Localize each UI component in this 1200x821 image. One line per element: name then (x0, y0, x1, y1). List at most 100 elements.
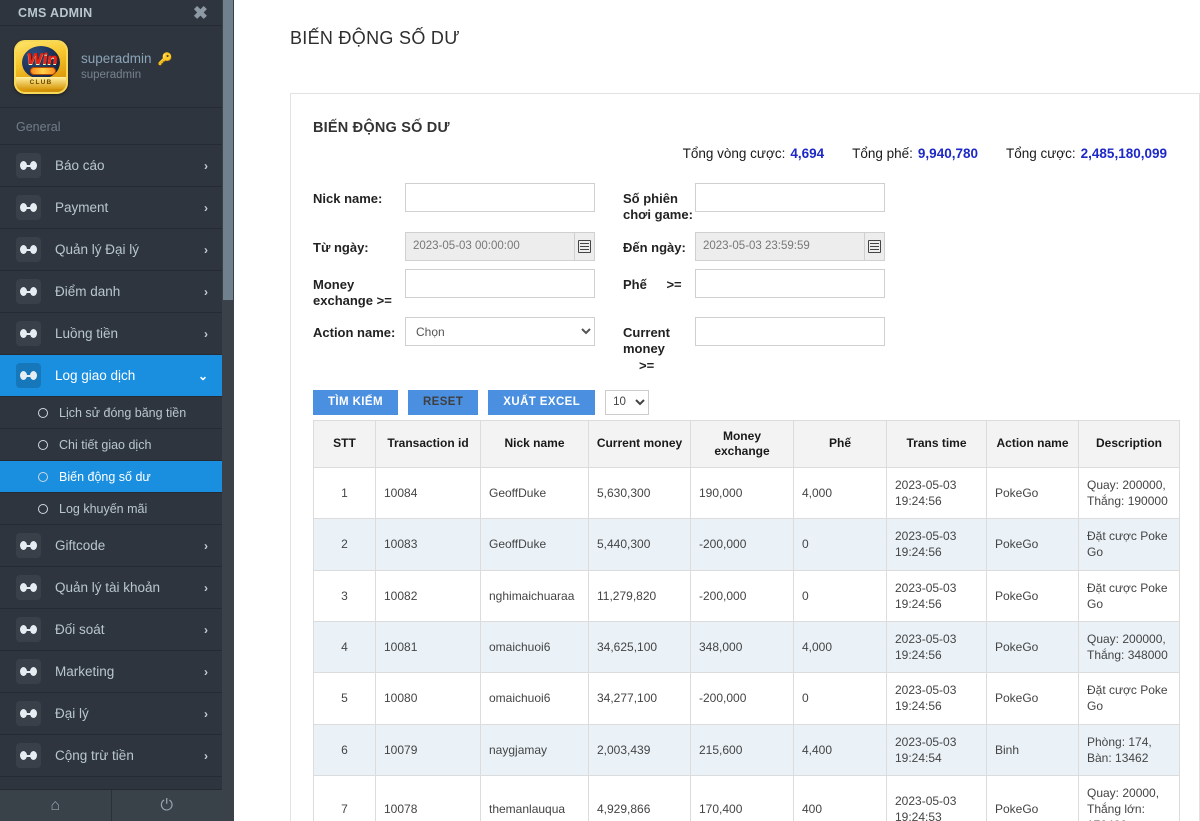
cell-action-name: PokeGo (987, 519, 1079, 570)
phe-input[interactable] (695, 269, 885, 298)
cell-description: Quay: 20000, Thắng lớn: 170400 (1079, 776, 1180, 821)
sidebar-item-log-giao-dich[interactable]: Log giao dịch ⌄ (0, 355, 222, 397)
col-header-money-exchange[interactable]: Money exchange (691, 420, 794, 467)
sidebar-subitem-log-khuyen-mai[interactable]: Log khuyến mãi (0, 493, 222, 525)
sidebar-section-title: General (0, 108, 222, 145)
cell-transaction-id: 10084 (376, 467, 481, 518)
sidebar-subitem-chi-tiet-giao-dich[interactable]: Chi tiết giao dịch (0, 429, 222, 461)
table-row[interactable]: 5 10080 omaichuoi6 34,277,100 -200,000 0… (314, 673, 1180, 724)
action-name-select[interactable]: Chọn (405, 317, 595, 346)
col-header-current-money[interactable]: Current money (589, 420, 691, 467)
cell-current-money: 5,630,300 (589, 467, 691, 518)
sidebar-subitem-lich-su-dong-bang-tien[interactable]: Lịch sử đóng băng tiền (0, 397, 222, 429)
logo-chips (30, 67, 56, 75)
sidebar-item-quan-ly-dai-ly[interactable]: Quản lý Đại lý › (0, 229, 222, 271)
search-button[interactable]: TÌM KIẾM (313, 390, 398, 415)
cell-transaction-id: 10079 (376, 724, 481, 775)
total-fee: Tổng phế:9,940,780 (852, 146, 978, 161)
home-icon[interactable]: ⌂ (0, 790, 111, 821)
col-header-nick-name[interactable]: Nick name (481, 420, 589, 467)
page-size-select[interactable]: 10 (605, 390, 649, 415)
cell-stt: 1 (314, 467, 376, 518)
chevron-right-icon: › (204, 327, 208, 341)
export-excel-button[interactable]: XUẤT EXCEL (488, 390, 595, 415)
col-header-trans-time[interactable]: Trans time (887, 420, 987, 467)
sidebar-item-dai-ly[interactable]: Đại lý › (0, 693, 222, 735)
sidebar-item-giftcode[interactable]: Giftcode › (0, 525, 222, 567)
cell-nick-name: naygjamay (481, 724, 589, 775)
cell-description: Đặt cược Poke Go (1079, 519, 1180, 570)
sidebar-scrollbar[interactable] (222, 0, 234, 821)
sidebar-item-luong-tien[interactable]: Luồng tiền › (0, 313, 222, 355)
total-fee-label: Tổng phế: (852, 146, 913, 161)
sidebar-subitem-label: Biến động số dư (59, 470, 151, 484)
table-row[interactable]: 7 10078 themanlauqua 4,929,866 170,400 4… (314, 776, 1180, 821)
cell-phe: 0 (794, 673, 887, 724)
main-content: BIẾN ĐỘNG SỐ DƯ BIẾN ĐỘNG SỐ DƯ Tổng vòn… (234, 0, 1200, 821)
field-phe: Phế >= (623, 269, 923, 298)
table-row[interactable]: 6 10079 naygjamay 2,003,439 215,600 4,40… (314, 724, 1180, 775)
glasses-icon (16, 195, 41, 220)
cell-phe: 0 (794, 570, 887, 621)
col-header-stt[interactable]: STT (314, 420, 376, 467)
cell-nick-name: omaichuoi6 (481, 621, 589, 672)
sidebar-item-label: Marketing (55, 664, 204, 679)
circle-icon (38, 504, 48, 514)
close-icon[interactable]: ✖ (193, 4, 208, 22)
total-rounds: Tổng vòng cược:4,694 (683, 146, 824, 161)
money-exchange-label-text: Money exchange (313, 277, 373, 308)
sidebar-item-payment[interactable]: Payment › (0, 187, 222, 229)
nick-name-input[interactable] (405, 183, 595, 212)
sidebar-footer: ⌂ ⏻ (0, 789, 222, 821)
power-icon[interactable]: ⏻ (111, 790, 223, 821)
sidebar-item-label: Payment (55, 200, 204, 215)
cell-stt: 6 (314, 724, 376, 775)
chevron-down-icon: ⌄ (198, 369, 208, 383)
glasses-icon (16, 659, 41, 684)
cell-trans-time: 2023-05-03 19:24:56 (887, 467, 987, 518)
sidebar-item-quan-ly-tai-khoan[interactable]: Quản lý tài khoản › (0, 567, 222, 609)
cell-transaction-id: 10081 (376, 621, 481, 672)
sidebar-item-doi-soat[interactable]: Đối soát › (0, 609, 222, 651)
col-header-action-name[interactable]: Action name (987, 420, 1079, 467)
current-money-input[interactable] (695, 317, 885, 346)
glasses-icon (16, 237, 41, 262)
form-row-4: Action name: Chọn Current money >= (313, 317, 1177, 374)
sidebar-item-cong-tru-tien[interactable]: Cộng trừ tiền › (0, 735, 222, 777)
cell-transaction-id: 10082 (376, 570, 481, 621)
from-date-input[interactable] (405, 232, 574, 261)
session-count-input[interactable] (695, 183, 885, 212)
glasses-icon (16, 279, 41, 304)
to-date-label: Đến ngày: (623, 232, 695, 256)
field-action-name: Action name: Chọn (313, 317, 613, 346)
logo-banner: CLUB (16, 77, 66, 89)
table-row[interactable]: 3 10082 nghimaichuaraa 11,279,820 -200,0… (314, 570, 1180, 621)
table-row[interactable]: 1 10084 GeoffDuke 5,630,300 190,000 4,00… (314, 467, 1180, 518)
calendar-icon[interactable] (864, 232, 885, 261)
sidebar-item-diem-danh[interactable]: Điểm danh › (0, 271, 222, 313)
sidebar-item-marketing[interactable]: Marketing › (0, 651, 222, 693)
total-bet: Tổng cược:2,485,180,099 (1006, 146, 1167, 161)
user-name-row: superadmin 🔑 (81, 50, 173, 68)
cell-money-exchange: 170,400 (691, 776, 794, 821)
sidebar-subitem-bien-dong-so-du[interactable]: Biến động số dư (0, 461, 222, 493)
col-header-transaction-id[interactable]: Transaction id (376, 420, 481, 467)
table-row[interactable]: 2 10083 GeoffDuke 5,440,300 -200,000 0 2… (314, 519, 1180, 570)
cell-trans-time: 2023-05-03 19:24:56 (887, 673, 987, 724)
total-bet-value: 2,485,180,099 (1081, 146, 1167, 161)
to-date-input[interactable] (695, 232, 864, 261)
reset-button[interactable]: RESET (408, 390, 478, 415)
calendar-icon[interactable] (574, 232, 595, 261)
col-header-phe[interactable]: Phế (794, 420, 887, 467)
cell-action-name: PokeGo (987, 621, 1079, 672)
sidebar-title: CMS ADMIN (18, 6, 92, 20)
circle-icon (38, 472, 48, 482)
money-exchange-input[interactable] (405, 269, 595, 298)
sidebar-item-bao-cao[interactable]: Báo cáo › (0, 145, 222, 187)
sidebar-scrollbar-thumb[interactable] (223, 0, 233, 300)
panel-header: BIẾN ĐỘNG SỐ DƯ Tổng vòng cược:4,694 Tổn… (291, 94, 1199, 161)
col-header-description[interactable]: Description (1079, 420, 1180, 467)
key-icon: 🔑 (158, 51, 173, 67)
table-row[interactable]: 4 10081 omaichuoi6 34,625,100 348,000 4,… (314, 621, 1180, 672)
field-current-money: Current money >= (623, 317, 923, 374)
